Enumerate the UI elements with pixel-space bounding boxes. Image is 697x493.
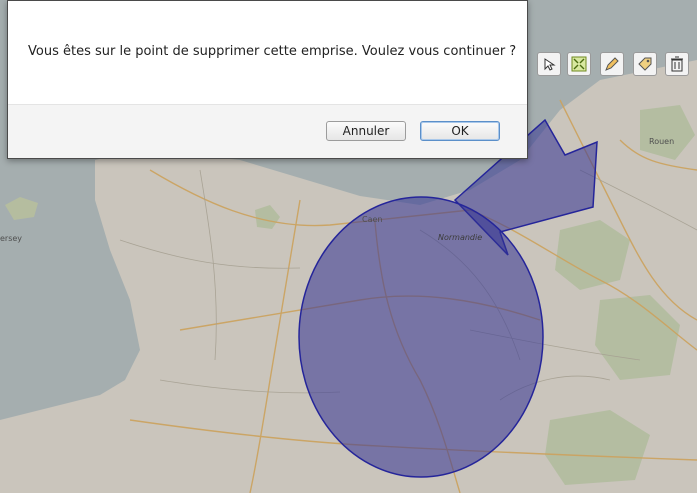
- confirm-dialog: Vous êtes sur le point de supprimer cett…: [7, 0, 528, 159]
- fullscreen-icon: [571, 56, 587, 72]
- ok-button[interactable]: OK: [420, 121, 500, 141]
- fullscreen-tool-button[interactable]: [567, 52, 591, 76]
- select-icon: [544, 58, 556, 71]
- cancel-button[interactable]: Annuler: [326, 121, 406, 141]
- pencil-tool-button[interactable]: [600, 52, 624, 76]
- tag-icon: [638, 57, 652, 71]
- trash-icon: [671, 56, 683, 72]
- select-tool-button[interactable]: [537, 52, 561, 76]
- dialog-message: Vous êtes sur le point de supprimer cett…: [28, 44, 517, 59]
- pencil-icon: [605, 57, 619, 71]
- trash-tool-button[interactable]: [665, 52, 689, 76]
- dialog-footer: Annuler OK: [8, 104, 527, 158]
- tag-tool-button[interactable]: [633, 52, 657, 76]
